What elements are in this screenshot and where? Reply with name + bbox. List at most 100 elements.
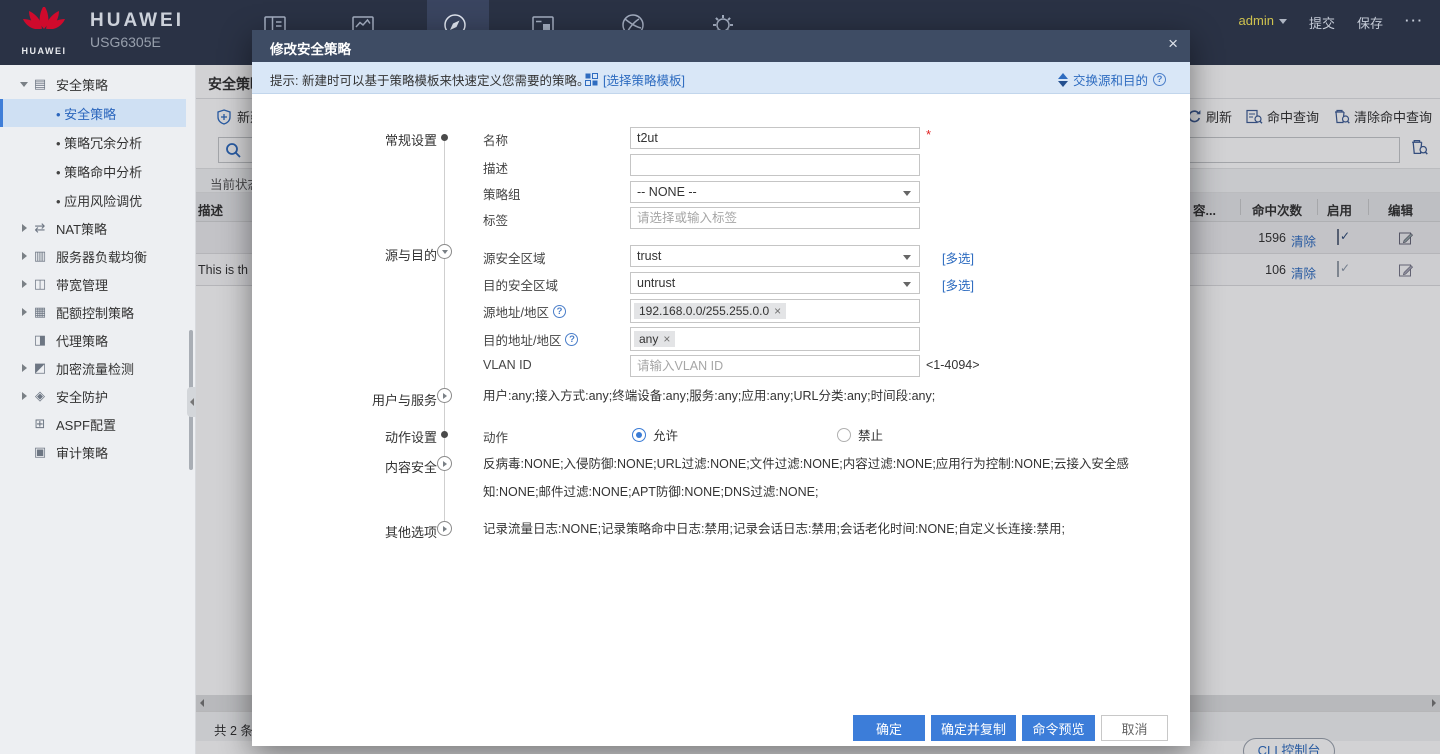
save-button[interactable]: 保存 [1357,13,1383,32]
description-input[interactable] [630,154,920,176]
quota-icon: ▦ [30,304,50,320]
policy-group-label: 策略组 [483,184,521,203]
tag-label: 标签 [483,210,508,229]
dialog-titlebar[interactable]: 修改安全策略 × [252,30,1190,62]
audit-icon: ▣ [30,444,50,460]
expand-arrow-icon [20,82,28,87]
user-service-summary: 用户:any;接入方式:any;终端设备:any;服务:any;应用:any;U… [483,382,1151,410]
dialog-footer: 确定 确定并复制 命令预览 取消 [853,715,1168,741]
nat-icon: ⇄ [30,220,50,236]
sidebar-item-app-risk-tuning[interactable]: 应用风险调优 [0,186,196,214]
sidebar-collapse-handle[interactable] [187,387,196,417]
swap-src-dst-button[interactable]: 交换源和目的 ? [1058,70,1166,89]
collapse-arrow-icon [22,280,27,288]
ok-button[interactable]: 确定 [853,715,925,741]
dialog-body: 常规设置 名称 * 描述 策略组 -- NONE -- 标签 源与目的 源安全区… [252,94,1190,706]
action-deny-radio[interactable]: 禁止 [837,425,883,444]
vlan-label: VLAN ID [483,358,532,372]
help-icon[interactable]: ? [1153,73,1166,86]
section-expand-icon[interactable] [437,388,452,403]
required-asterisk: * [926,127,931,142]
sidebar-item-audit-policy[interactable]: ▣审计策略 [0,438,196,466]
tag-input[interactable] [630,207,920,229]
user-menu[interactable]: admin [1239,13,1287,28]
chevron-down-icon [903,255,911,260]
dst-addr-label: 目的地址/地区? [483,330,578,349]
cancel-button[interactable]: 取消 [1101,715,1168,741]
name-label: 名称 [483,130,508,149]
dst-zone-select[interactable]: untrust [630,272,920,294]
action-label: 动作 [483,427,508,446]
dst-zone-label: 目的安全区域 [483,275,558,294]
dialog-hintbar: 提示: 新建时可以基于策略模板来快速定义您需要的策略。 [选择策略模板] 交换源… [252,62,1190,94]
remove-chip-icon[interactable]: × [663,332,670,346]
collapse-arrow-icon [22,252,27,260]
policy-group-select[interactable]: -- NONE -- [630,181,920,203]
sidebar-item-security-policy-root[interactable]: ▤安全策略 [0,70,196,98]
huawei-flower-icon [21,6,67,40]
close-icon[interactable]: × [1168,34,1178,54]
src-addr-input[interactable]: 192.168.0.0/255.255.0.0× [630,299,920,323]
vlan-input[interactable] [630,355,920,377]
proxy-icon: ◨ [30,332,50,348]
section-content-security: 内容安全 [322,457,437,476]
section-timeline [444,138,445,530]
address-chip: any× [634,331,675,347]
sidebar-item-policy-hit-analysis[interactable]: 策略命中分析 [0,157,196,185]
content-security-summary: 反病毒:NONE;入侵防御:NONE;URL过滤:NONE;文件过滤:NONE;… [483,450,1151,506]
chevron-down-icon [903,282,911,287]
remove-chip-icon[interactable]: × [774,304,781,318]
section-user-service: 用户与服务 [322,390,437,409]
dialog-title: 修改安全策略 [270,38,351,58]
dst-zone-multi-link[interactable]: [多选] [942,275,974,294]
encrypt-detect-icon: ◩ [30,360,50,376]
submit-button[interactable]: 提交 [1309,13,1335,32]
sidebar-item-server-load-balance[interactable]: ▥服务器负载均衡 [0,242,196,270]
more-menu-icon[interactable]: ··· [1405,13,1424,28]
sidebar-item-bandwidth-mgmt[interactable]: ◫带宽管理 [0,270,196,298]
section-src-dst: 源与目的 [322,245,437,264]
sidebar-item-aspf-config[interactable]: ⊞ASPF配置 [0,410,196,438]
sidebar-item-encrypted-traffic[interactable]: ◩加密流量检测 [0,354,196,382]
address-chip: 192.168.0.0/255.255.0.0× [634,303,786,319]
sidebar-item-policy-redundancy[interactable]: 策略冗余分析 [0,128,196,156]
sidebar-item-nat-policy[interactable]: ⇄NAT策略 [0,214,196,242]
hint-text: 提示: 新建时可以基于策略模板来快速定义您需要的策略。 [270,70,589,89]
sidebar-item-proxy-policy[interactable]: ◨代理策略 [0,326,196,354]
dst-addr-input[interactable]: any× [630,327,920,351]
collapse-arrow-icon [22,224,27,232]
src-zone-select[interactable]: trust [630,245,920,267]
src-zone-multi-link[interactable]: [多选] [942,248,974,267]
bandwidth-icon: ◫ [30,276,50,292]
help-icon[interactable]: ? [553,305,566,318]
section-expand-icon[interactable] [437,456,452,471]
action-allow-radio[interactable]: 允许 [632,425,678,444]
sidebar-item-security-policy[interactable]: 安全策略 [0,99,186,127]
choose-template-link[interactable]: [选择策略模板] [585,70,685,89]
sidebar-item-quota-policy[interactable]: ▦配额控制策略 [0,298,196,326]
chevron-down-icon [1279,19,1287,24]
edit-security-policy-dialog: 修改安全策略 × 提示: 新建时可以基于策略模板来快速定义您需要的策略。 [选择… [252,30,1190,746]
description-label: 描述 [483,158,508,177]
radio-selected-icon [632,428,646,442]
sidebar: ▤安全策略 安全策略 策略冗余分析 策略命中分析 应用风险调优 ⇄NAT策略 ▥… [0,65,196,754]
huawei-logo-icon: HUAWEI [16,6,72,58]
command-preview-button[interactable]: 命令预览 [1022,715,1095,741]
screen: HUAWEI HUAWEI USG6305E admin 提交 保存 ··· ▤… [0,0,1440,754]
sidebar-item-security-protection[interactable]: ◈安全防护 [0,382,196,410]
name-input[interactable] [630,127,920,149]
collapse-arrow-icon [22,308,27,316]
brand-block: HUAWEI HUAWEI USG6305E [0,0,196,65]
collapse-arrow-icon [22,392,27,400]
others-summary: 记录流量日志:NONE;记录策略命中日志:禁用;记录会话日志:禁用;会话老化时间… [483,515,1151,543]
logo-caption: HUAWEI [16,46,72,56]
section-others: 其他选项 [322,522,437,541]
section-collapse-icon[interactable] [437,244,452,259]
vlan-range-hint: <1-4094> [926,358,980,372]
template-grid-icon [585,73,598,86]
ok-and-copy-button[interactable]: 确定并复制 [931,715,1016,741]
src-addr-label: 源地址/地区? [483,302,566,321]
section-expand-icon[interactable] [437,521,452,536]
help-icon[interactable]: ? [565,333,578,346]
policy-doc-icon: ▤ [30,76,50,92]
